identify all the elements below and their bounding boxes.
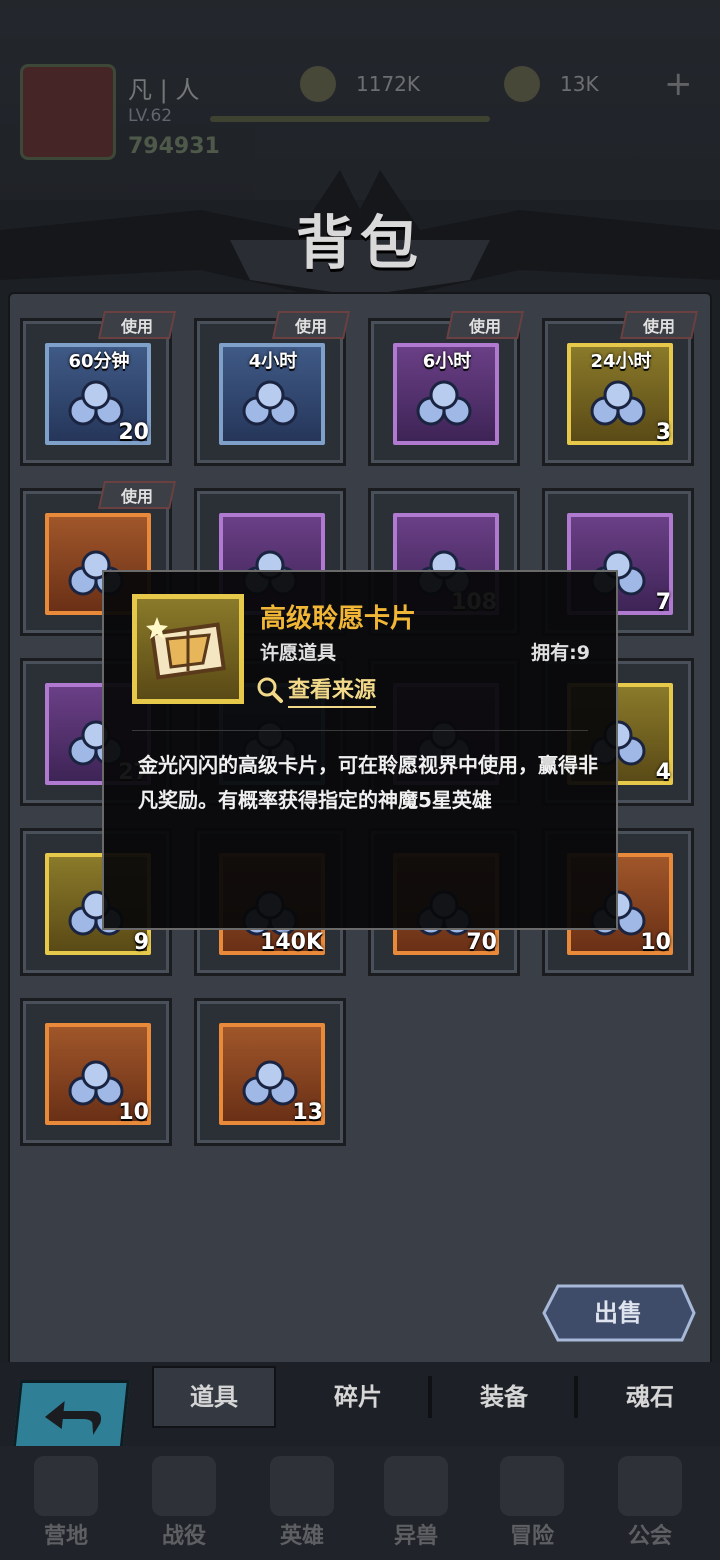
adventure-icon	[500, 1456, 564, 1516]
wish-card-icon	[132, 594, 244, 704]
item-count: 70	[466, 930, 497, 955]
inventory-slot[interactable]: 24小时 3 使用	[542, 311, 698, 466]
page-title: 背包	[295, 209, 424, 277]
nav-adventure-label: 冒险	[509, 1524, 554, 1549]
coin-icon	[300, 66, 336, 102]
camp-icon	[34, 1456, 98, 1516]
nav-adventure[interactable]: 冒险	[472, 1446, 592, 1560]
view-source-link[interactable]: 查看来源	[256, 672, 377, 708]
item-duration: 24小时	[590, 351, 652, 372]
item-count: 10	[640, 930, 671, 955]
item-count: 13	[292, 1100, 323, 1125]
level-progress-bar	[210, 116, 490, 122]
item-duration: 60分钟	[68, 351, 130, 372]
nav-guild[interactable]: 公会	[590, 1446, 710, 1560]
sell-label: 出售	[594, 1299, 642, 1327]
tab-separator	[574, 1376, 578, 1418]
tab-soulstones[interactable]: 魂石	[582, 1372, 718, 1422]
item-duration: 4小时	[248, 351, 298, 372]
blue-orbs-pile-icon	[237, 373, 309, 433]
magnifier-icon	[257, 677, 283, 703]
inventory-slot[interactable]: 10	[20, 998, 172, 1146]
guild-icon	[618, 1456, 682, 1516]
use-label: 使用	[642, 317, 675, 336]
back-arrow-icon	[45, 1401, 102, 1435]
use-button[interactable]: 使用	[98, 481, 176, 509]
item-detail-popup: 高级聆愿卡片 许愿道具 拥有:9 查看来源 金光闪闪的高级卡片，可在聆愿视界中使…	[102, 570, 618, 930]
player-name: 凡 | 人	[128, 76, 200, 104]
use-button[interactable]: 使用	[98, 311, 176, 339]
sell-button[interactable]: 出售	[540, 1284, 696, 1342]
inventory-slot[interactable]: 60分钟 20 使用	[20, 311, 176, 466]
heroes-icon	[270, 1456, 334, 1516]
gem-icon	[504, 66, 540, 102]
beasts-icon	[384, 1456, 448, 1516]
inventory-slot[interactable]: 4小时 使用	[194, 311, 350, 466]
item-type: 许愿道具	[260, 642, 337, 664]
use-label: 使用	[120, 487, 153, 506]
view-source-label: 查看来源	[288, 672, 377, 708]
currency-1: 1172K	[300, 66, 420, 102]
item-count: 3	[655, 420, 671, 445]
item-count: 10	[118, 1100, 149, 1125]
nav-camp[interactable]: 营地	[6, 1446, 126, 1560]
add-currency-button[interactable]: +	[664, 64, 693, 104]
currency-1-value: 1172K	[356, 72, 421, 96]
nav-camp-label: 营地	[43, 1524, 88, 1549]
treasure-chest-icon	[585, 373, 657, 433]
player-power: 794931	[128, 134, 220, 159]
item-count: 9	[133, 930, 149, 955]
tab-items[interactable]: 道具	[152, 1366, 276, 1428]
item-count: 20	[118, 420, 149, 445]
divider	[132, 730, 588, 731]
inventory-slot[interactable]: 13	[194, 998, 346, 1146]
item-count: 7	[655, 590, 671, 615]
tab-fragments[interactable]: 碎片	[290, 1372, 426, 1422]
player-level: LV.62	[128, 106, 173, 126]
orb-sack-icon	[411, 373, 483, 433]
item-count: 140K	[260, 930, 323, 955]
nav-heroes[interactable]: 英雄	[242, 1446, 362, 1560]
nav-beasts-label: 异兽	[393, 1524, 438, 1549]
currency-2: 13K	[504, 66, 599, 102]
use-label: 使用	[468, 317, 501, 336]
currency-2-value: 13K	[560, 72, 599, 96]
use-button[interactable]: 使用	[620, 311, 698, 339]
use-button[interactable]: 使用	[272, 311, 350, 339]
item-title: 高级聆愿卡片	[260, 604, 417, 634]
nav-beasts[interactable]: 异兽	[356, 1446, 476, 1560]
item-description: 金光闪闪的高级卡片，可在聆愿视界中使用，赢得非凡奖励。有概率获得指定的神魔5星英…	[138, 753, 598, 812]
tab-equipment[interactable]: 装备	[436, 1372, 572, 1422]
item-owned-count: 拥有:9	[531, 642, 590, 664]
tab-separator	[428, 1376, 432, 1418]
back-button[interactable]	[12, 1380, 130, 1454]
use-label: 使用	[294, 317, 327, 336]
nav-campaign[interactable]: 战役	[124, 1446, 244, 1560]
player-avatar[interactable]	[20, 64, 116, 160]
use-label: 使用	[120, 317, 153, 336]
nav-heroes-label: 英雄	[279, 1524, 324, 1549]
use-button[interactable]: 使用	[446, 311, 524, 339]
nav-guild-label: 公会	[627, 1524, 672, 1549]
campaign-icon	[152, 1456, 216, 1516]
nav-campaign-label: 战役	[161, 1524, 206, 1549]
item-count: 4	[655, 760, 671, 785]
inventory-slot[interactable]: 6小时 使用	[368, 311, 524, 466]
item-duration: 6小时	[422, 351, 472, 372]
